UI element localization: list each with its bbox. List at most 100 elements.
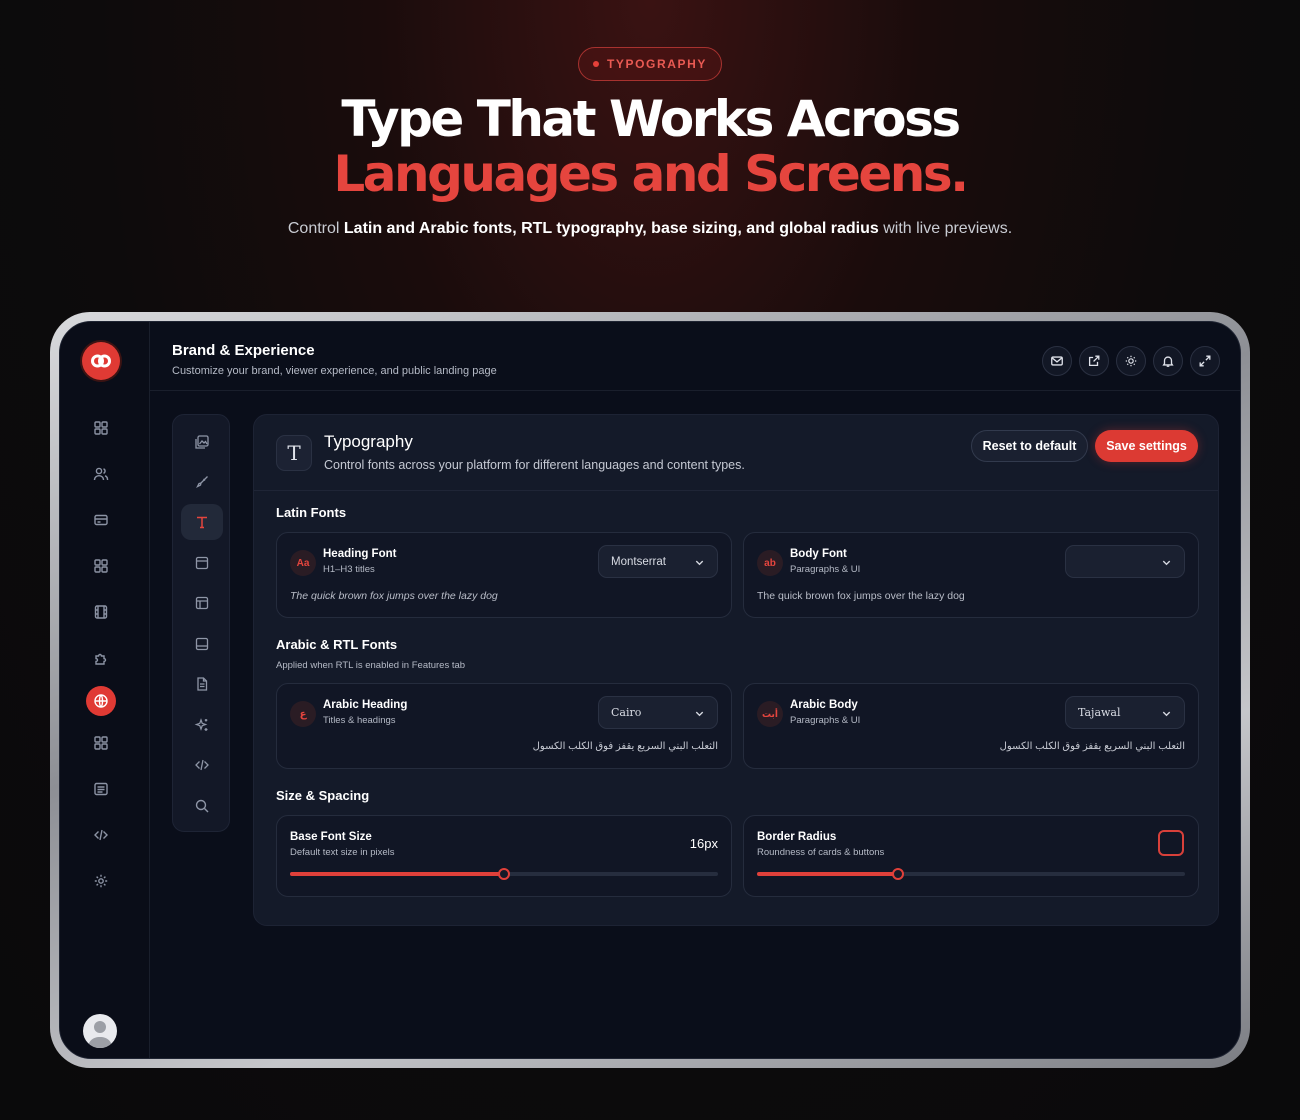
bell-icon[interactable] <box>1153 346 1183 376</box>
chevron-down-icon <box>695 711 704 717</box>
arabic-heading-badge: ع <box>290 701 316 727</box>
globe-icon[interactable] <box>86 686 116 716</box>
heading-font-select[interactable]: Montserrat <box>598 545 718 578</box>
border-radius-name: Border Radius <box>757 831 837 843</box>
apps-grid-icon[interactable] <box>89 554 113 578</box>
subtitle-suffix: with live previews. <box>878 220 1013 237</box>
expand-icon[interactable] <box>1190 346 1220 376</box>
arabic-heading-select[interactable]: Cairo <box>598 696 718 729</box>
base-font-size-card: Base Font Size Default text size in pixe… <box>276 815 732 897</box>
border-radius-card: Border Radius Roundness of cards & butto… <box>743 815 1199 897</box>
pill-label: TYPOGRAPHY <box>606 57 707 71</box>
subtitle-prefix: Control <box>287 220 344 237</box>
arabic-heading-name: Arabic Heading <box>323 699 408 711</box>
arabic-heading-desc: Titles & headings <box>323 715 396 726</box>
document-icon[interactable] <box>181 666 223 702</box>
heading-font-card: Aa Heading Font H1–H3 titles Montserrat … <box>276 532 732 618</box>
arabic-body-select[interactable]: Tajawal <box>1065 696 1185 729</box>
external-link-icon[interactable] <box>1079 346 1109 376</box>
card-icon[interactable] <box>89 508 113 532</box>
pill-dot <box>592 61 599 67</box>
border-radius-slider[interactable] <box>757 868 1185 880</box>
hero-subtitle: Control Latin and Arabic fonts, RTL typo… <box>0 220 1300 238</box>
arabic-body-value: Tajawal <box>1078 706 1121 719</box>
subtitle-bold: Latin and Arabic fonts, RTL typography, … <box>343 220 879 237</box>
grid-icon[interactable] <box>89 731 113 755</box>
base-font-size-slider[interactable] <box>290 868 718 880</box>
code-embed-icon[interactable] <box>181 747 223 783</box>
page-subtitle: Customize your brand, viewer experience,… <box>172 365 497 377</box>
sidebar-layout-icon[interactable] <box>181 585 223 621</box>
arabic-fonts-note: Applied when RTL is enabled in Features … <box>276 660 466 671</box>
code-icon[interactable] <box>89 823 113 847</box>
slider-fill <box>290 872 504 876</box>
chevron-down-icon <box>1162 711 1171 717</box>
typography-panel: T Typography Control fonts across your p… <box>253 414 1219 926</box>
body-font-desc: Paragraphs & UI <box>790 564 861 575</box>
arabic-fonts-title: Arabic & RTL Fonts <box>276 637 398 652</box>
dashboard-grid-icon[interactable] <box>89 416 113 440</box>
body-font-select[interactable] <box>1065 545 1185 578</box>
headline-line-1: Type That Works Across <box>341 90 961 148</box>
logo-mark-icon <box>91 354 111 368</box>
radius-preview-swatch <box>1158 830 1184 856</box>
page-header: Brand & Experience Customize your brand,… <box>150 322 1240 391</box>
heading-font-preview: The quick brown fox jumps over the lazy … <box>290 590 498 602</box>
tablet-frame: Brand & Experience Customize your brand,… <box>50 312 1250 1068</box>
heading-font-badge: Aa <box>290 550 316 576</box>
settings-subnav <box>172 414 230 832</box>
mail-icon[interactable] <box>1042 346 1072 376</box>
footer-layout-icon[interactable] <box>181 626 223 662</box>
base-font-size-name: Base Font Size <box>290 831 372 843</box>
chevron-down-icon <box>1162 560 1171 566</box>
list-icon[interactable] <box>89 777 113 801</box>
arabic-heading-card: ع Arabic Heading Titles & headings Cairo… <box>276 683 732 769</box>
slider-handle[interactable] <box>498 868 510 880</box>
film-icon[interactable] <box>89 600 113 624</box>
arabic-heading-value: Cairo <box>611 706 642 719</box>
heading-font-value: Montserrat <box>611 555 666 568</box>
reset-to-default-button[interactable]: Reset to default <box>971 430 1088 462</box>
sparkles-icon[interactable] <box>181 707 223 743</box>
save-settings-button[interactable]: Save settings <box>1095 430 1198 462</box>
body-font-name: Body Font <box>790 548 847 560</box>
users-icon[interactable] <box>89 462 113 486</box>
avatar-silhouette-icon <box>88 1021 112 1048</box>
slider-handle[interactable] <box>892 868 905 880</box>
base-font-size-value: 16px <box>689 836 718 851</box>
border-radius-desc: Roundness of cards & buttons <box>757 847 885 858</box>
app-logo[interactable] <box>82 342 120 380</box>
slider-fill <box>757 872 899 876</box>
user-avatar[interactable] <box>83 1014 117 1048</box>
app-screen: Brand & Experience Customize your brand,… <box>59 321 1241 1059</box>
arabic-body-desc: Paragraphs & UI <box>790 715 861 726</box>
headline-line-2: Languages and Screens. <box>333 145 969 203</box>
type-icon[interactable] <box>181 504 223 540</box>
body-font-badge: ab <box>757 550 783 576</box>
heading-font-name: Heading Font <box>323 548 397 560</box>
images-icon[interactable] <box>181 424 223 460</box>
panel-title: Typography <box>324 432 413 451</box>
arabic-body-name: Arabic Body <box>790 699 858 711</box>
arabic-body-preview: الثعلب البني السريع يقفز فوق الكلب الكسو… <box>999 741 1185 752</box>
settings-icon[interactable] <box>89 869 113 893</box>
body-font-card: ab Body Font Paragraphs & UI The quick b… <box>743 532 1199 618</box>
arabic-heading-preview: الثعلب البني السريع يقفز فوق الكلب الكسو… <box>532 741 718 752</box>
layout-icon[interactable] <box>181 545 223 581</box>
arabic-body-badge: أبت <box>757 701 783 727</box>
heading-font-desc: H1–H3 titles <box>323 564 375 575</box>
search-icon[interactable] <box>181 788 223 824</box>
arabic-body-card: أبت Arabic Body Paragraphs & UI Tajawal … <box>743 683 1199 769</box>
page-title: Brand & Experience <box>172 342 315 359</box>
puzzle-icon[interactable] <box>89 646 113 670</box>
brush-icon[interactable] <box>181 464 223 500</box>
type-badge-icon: T <box>276 435 312 471</box>
headline: Type That Works Across Languages and Scr… <box>0 92 1300 202</box>
panel-header: T Typography Control fonts across your p… <box>254 415 1218 491</box>
size-spacing-title: Size & Spacing <box>276 788 370 803</box>
sun-icon[interactable] <box>1116 346 1146 376</box>
body-font-preview: The quick brown fox jumps over the lazy … <box>757 590 965 602</box>
base-font-size-desc: Default text size in pixels <box>290 847 395 858</box>
panel-subtitle: Control fonts across your platform for d… <box>324 458 745 472</box>
latin-fonts-title: Latin Fonts <box>276 505 347 520</box>
